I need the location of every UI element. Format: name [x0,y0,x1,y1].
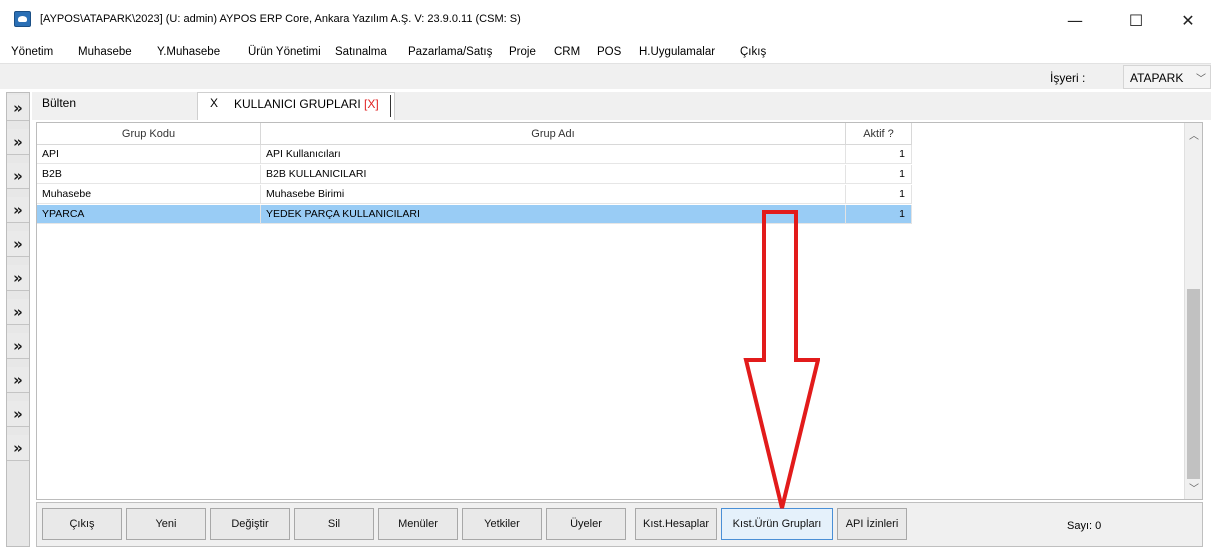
sidebar-expand-button[interactable]: » [7,163,29,189]
kist-urun-gruplari-button[interactable]: Kıst.Ürün Grupları [721,508,833,540]
scrollbar-thumb[interactable] [1187,289,1200,479]
cell-aktif: 1 [846,165,912,184]
window-title: [AYPOS\ATAPARK\2023] (U: admin) AYPOS ER… [40,13,521,25]
tab-bulten[interactable]: Bülten [42,96,76,110]
cell-aktif: 1 [846,185,912,204]
user-groups-grid: Grup Kodu Grup Adı Aktif ? API API Kulla… [36,122,1203,500]
table-row[interactable]: B2B B2B KULLANICILARI 1 [37,165,912,184]
cell-grup-kodu: API [37,145,261,164]
yetkiler-button[interactable]: Yetkiler [462,508,542,540]
sidebar-expand-button[interactable]: » [7,299,29,325]
sidebar-expand-button[interactable]: » [7,367,29,393]
menu-cikis[interactable]: Çıkış [740,46,766,58]
cell-grup-adi: API Kullanıcıları [261,145,846,164]
sidebar-expand-button[interactable]: » [7,401,29,427]
uyeler-button[interactable]: Üyeler [546,508,626,540]
menu-urun-yonetimi[interactable]: Ürün Yönetimi [248,46,321,58]
sidebar-expand-button[interactable]: » [7,333,29,359]
api-izinleri-button[interactable]: API İzinleri [837,508,907,540]
app-logo-icon [14,11,31,27]
tab-bulten-close[interactable]: X [210,96,218,110]
tab-active-text: KULLANICI GRUPLARI [234,97,365,111]
cell-grup-adi: Muhasebe Birimi [261,185,846,204]
left-sidebar: » » » » » » » » » » » [6,92,30,547]
menuler-button[interactable]: Menüler [378,508,458,540]
menu-muhasebe[interactable]: Muhasebe [78,46,132,58]
yeni-button[interactable]: Yeni [126,508,206,540]
cell-grup-kodu: Muhasebe [37,185,261,204]
tab-kullanici-gruplari[interactable]: KULLANICI GRUPLARI [X] [197,92,395,120]
sidebar-expand-button[interactable]: » [7,435,29,461]
sidebar-expand-button[interactable]: » [7,231,29,257]
sidebar-expand-button[interactable]: » [7,197,29,223]
cell-aktif: 1 [846,205,912,224]
tab-strip: Bülten KULLANICI GRUPLARI [X] X [32,92,1211,120]
cell-grup-kodu: B2B [37,165,261,184]
column-grup-adi[interactable]: Grup Adı [261,123,846,145]
tab-active-close[interactable]: [X] [364,97,379,111]
table-row-selected[interactable]: YPARCA YEDEK PARÇA KULLANICILARI 1 [37,205,912,224]
isyeri-label: İşyeri : [1050,71,1086,85]
close-button[interactable]: ✕ [1165,6,1211,36]
menu-satinalma[interactable]: Satınalma [335,46,387,58]
sil-button[interactable]: Sil [294,508,374,540]
menu-bar: Yönetim Muhasebe Y.Muhasebe Ürün Yönetim… [0,40,1211,62]
isyeri-value: ATAPARK [1130,71,1184,85]
sidebar-expand-button[interactable]: » [7,129,29,155]
minimize-button[interactable]: — [1052,6,1098,36]
menu-pos[interactable]: POS [597,46,621,58]
column-grup-kodu[interactable]: Grup Kodu [37,123,261,145]
menu-h-uygulamalar[interactable]: H.Uygulamalar [639,46,715,58]
isyeri-select[interactable]: ATAPARK ﹀ [1123,65,1211,89]
menu-crm[interactable]: CRM [554,46,580,58]
bottom-toolbar: Çıkış Yeni Değiştir Sil Menüler Yetkiler… [36,502,1203,547]
degistir-button[interactable]: Değiştir [210,508,290,540]
tab-active-label: KULLANICI GRUPLARI [X] [234,97,379,111]
kist-hesaplar-button[interactable]: Kıst.Hesaplar [635,508,717,540]
menu-pazarlama-satis[interactable]: Pazarlama/Satış [408,46,492,58]
maximize-button[interactable]: ☐ [1113,6,1159,36]
table-row[interactable]: Muhasebe Muhasebe Birimi 1 [37,185,912,204]
sidebar-expand-button[interactable]: » [7,95,29,121]
cell-grup-kodu: YPARCA [37,205,261,224]
workplace-strip: İşyeri : ATAPARK ﹀ [0,63,1211,89]
cell-grup-adi: YEDEK PARÇA KULLANICILARI [261,205,846,224]
cikis-button[interactable]: Çıkış [42,508,122,540]
vertical-scrollbar[interactable]: ︿ ﹀ [1184,123,1202,499]
title-bar: [AYPOS\ATAPARK\2023] (U: admin) AYPOS ER… [0,0,1211,40]
chevron-down-icon: ﹀ [1196,74,1206,85]
menu-yonetim[interactable]: Yönetim [11,46,53,58]
menu-y-muhasebe[interactable]: Y.Muhasebe [157,46,220,58]
cell-aktif: 1 [846,145,912,164]
scroll-up-icon[interactable]: ︿ [1185,127,1203,142]
scroll-down-icon[interactable]: ﹀ [1185,480,1203,495]
record-count: Sayı: 0 [1067,520,1102,532]
text-cursor [390,95,391,117]
column-aktif[interactable]: Aktif ? [846,123,912,145]
cell-grup-adi: B2B KULLANICILARI [261,165,846,184]
table-row[interactable]: API API Kullanıcıları 1 [37,145,912,164]
sidebar-expand-button[interactable]: » [7,265,29,291]
grid-header: Grup Kodu Grup Adı Aktif ? [37,123,912,145]
menu-proje[interactable]: Proje [509,46,536,58]
